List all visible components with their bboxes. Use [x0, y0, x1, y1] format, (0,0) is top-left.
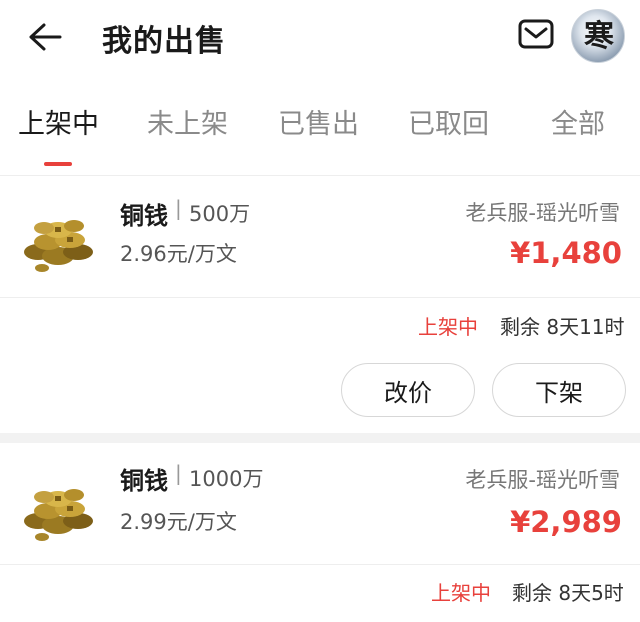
server-name: 老兵服-瑶光听雪: [465, 201, 620, 225]
tab-listed[interactable]: 上架中: [18, 102, 99, 141]
item-name: 铜钱: [120, 202, 168, 230]
status-badge: 上架中: [418, 315, 478, 339]
avatar-glyph: 寒: [584, 19, 614, 54]
item-quantity: 1000万: [189, 467, 264, 491]
mail-icon: [518, 19, 554, 49]
unit-price: 2.99元/万文: [120, 510, 237, 534]
card-gap: [0, 433, 640, 443]
copper-coins-icon: [24, 489, 93, 541]
card-divider: [0, 297, 640, 298]
listing-card[interactable]: 铜钱 | 500万 2.96元/万文 老兵服-瑶光听雪 ¥1,480 上架中 剩…: [0, 176, 640, 433]
listing-card[interactable]: 铜钱 | 1000万 2.99元/万文 老兵服-瑶光听雪 ¥2,989 上架中 …: [0, 443, 640, 622]
status-tabs: 上架中 未上架 已售出 已取回 全部: [0, 96, 640, 176]
tab-unlisted[interactable]: 未上架: [147, 102, 228, 141]
card-divider: [0, 564, 640, 565]
status-badge: 上架中: [431, 581, 491, 605]
change-price-button[interactable]: 改价: [341, 363, 475, 417]
unit-price: 2.96元/万文: [120, 242, 237, 266]
total-price: ¥2,989: [510, 505, 622, 539]
item-quantity: 500万: [189, 202, 251, 226]
back-button[interactable]: [26, 18, 64, 56]
server-name: 老兵服-瑶光听雪: [465, 468, 620, 492]
item-separator: |: [175, 196, 182, 220]
tab-retrieved[interactable]: 已取回: [408, 102, 489, 141]
messages-button[interactable]: [518, 18, 554, 50]
tab-sold[interactable]: 已售出: [278, 102, 359, 141]
item-name: 铜钱: [120, 467, 168, 495]
top-bar: 我的出售 寒: [0, 0, 640, 76]
active-tab-indicator: [44, 162, 72, 166]
page-title: 我的出售: [102, 24, 226, 59]
total-price: ¥1,480: [510, 236, 622, 270]
avatar[interactable]: 寒: [571, 9, 625, 63]
item-separator: |: [175, 461, 182, 485]
time-remaining: 剩余 8天5时: [512, 581, 624, 605]
copper-coins-icon: [24, 220, 93, 272]
time-remaining: 剩余 8天11时: [500, 315, 625, 339]
arrow-left-icon: [29, 23, 62, 51]
tab-all[interactable]: 全部: [551, 102, 605, 141]
delist-button[interactable]: 下架: [492, 363, 626, 417]
